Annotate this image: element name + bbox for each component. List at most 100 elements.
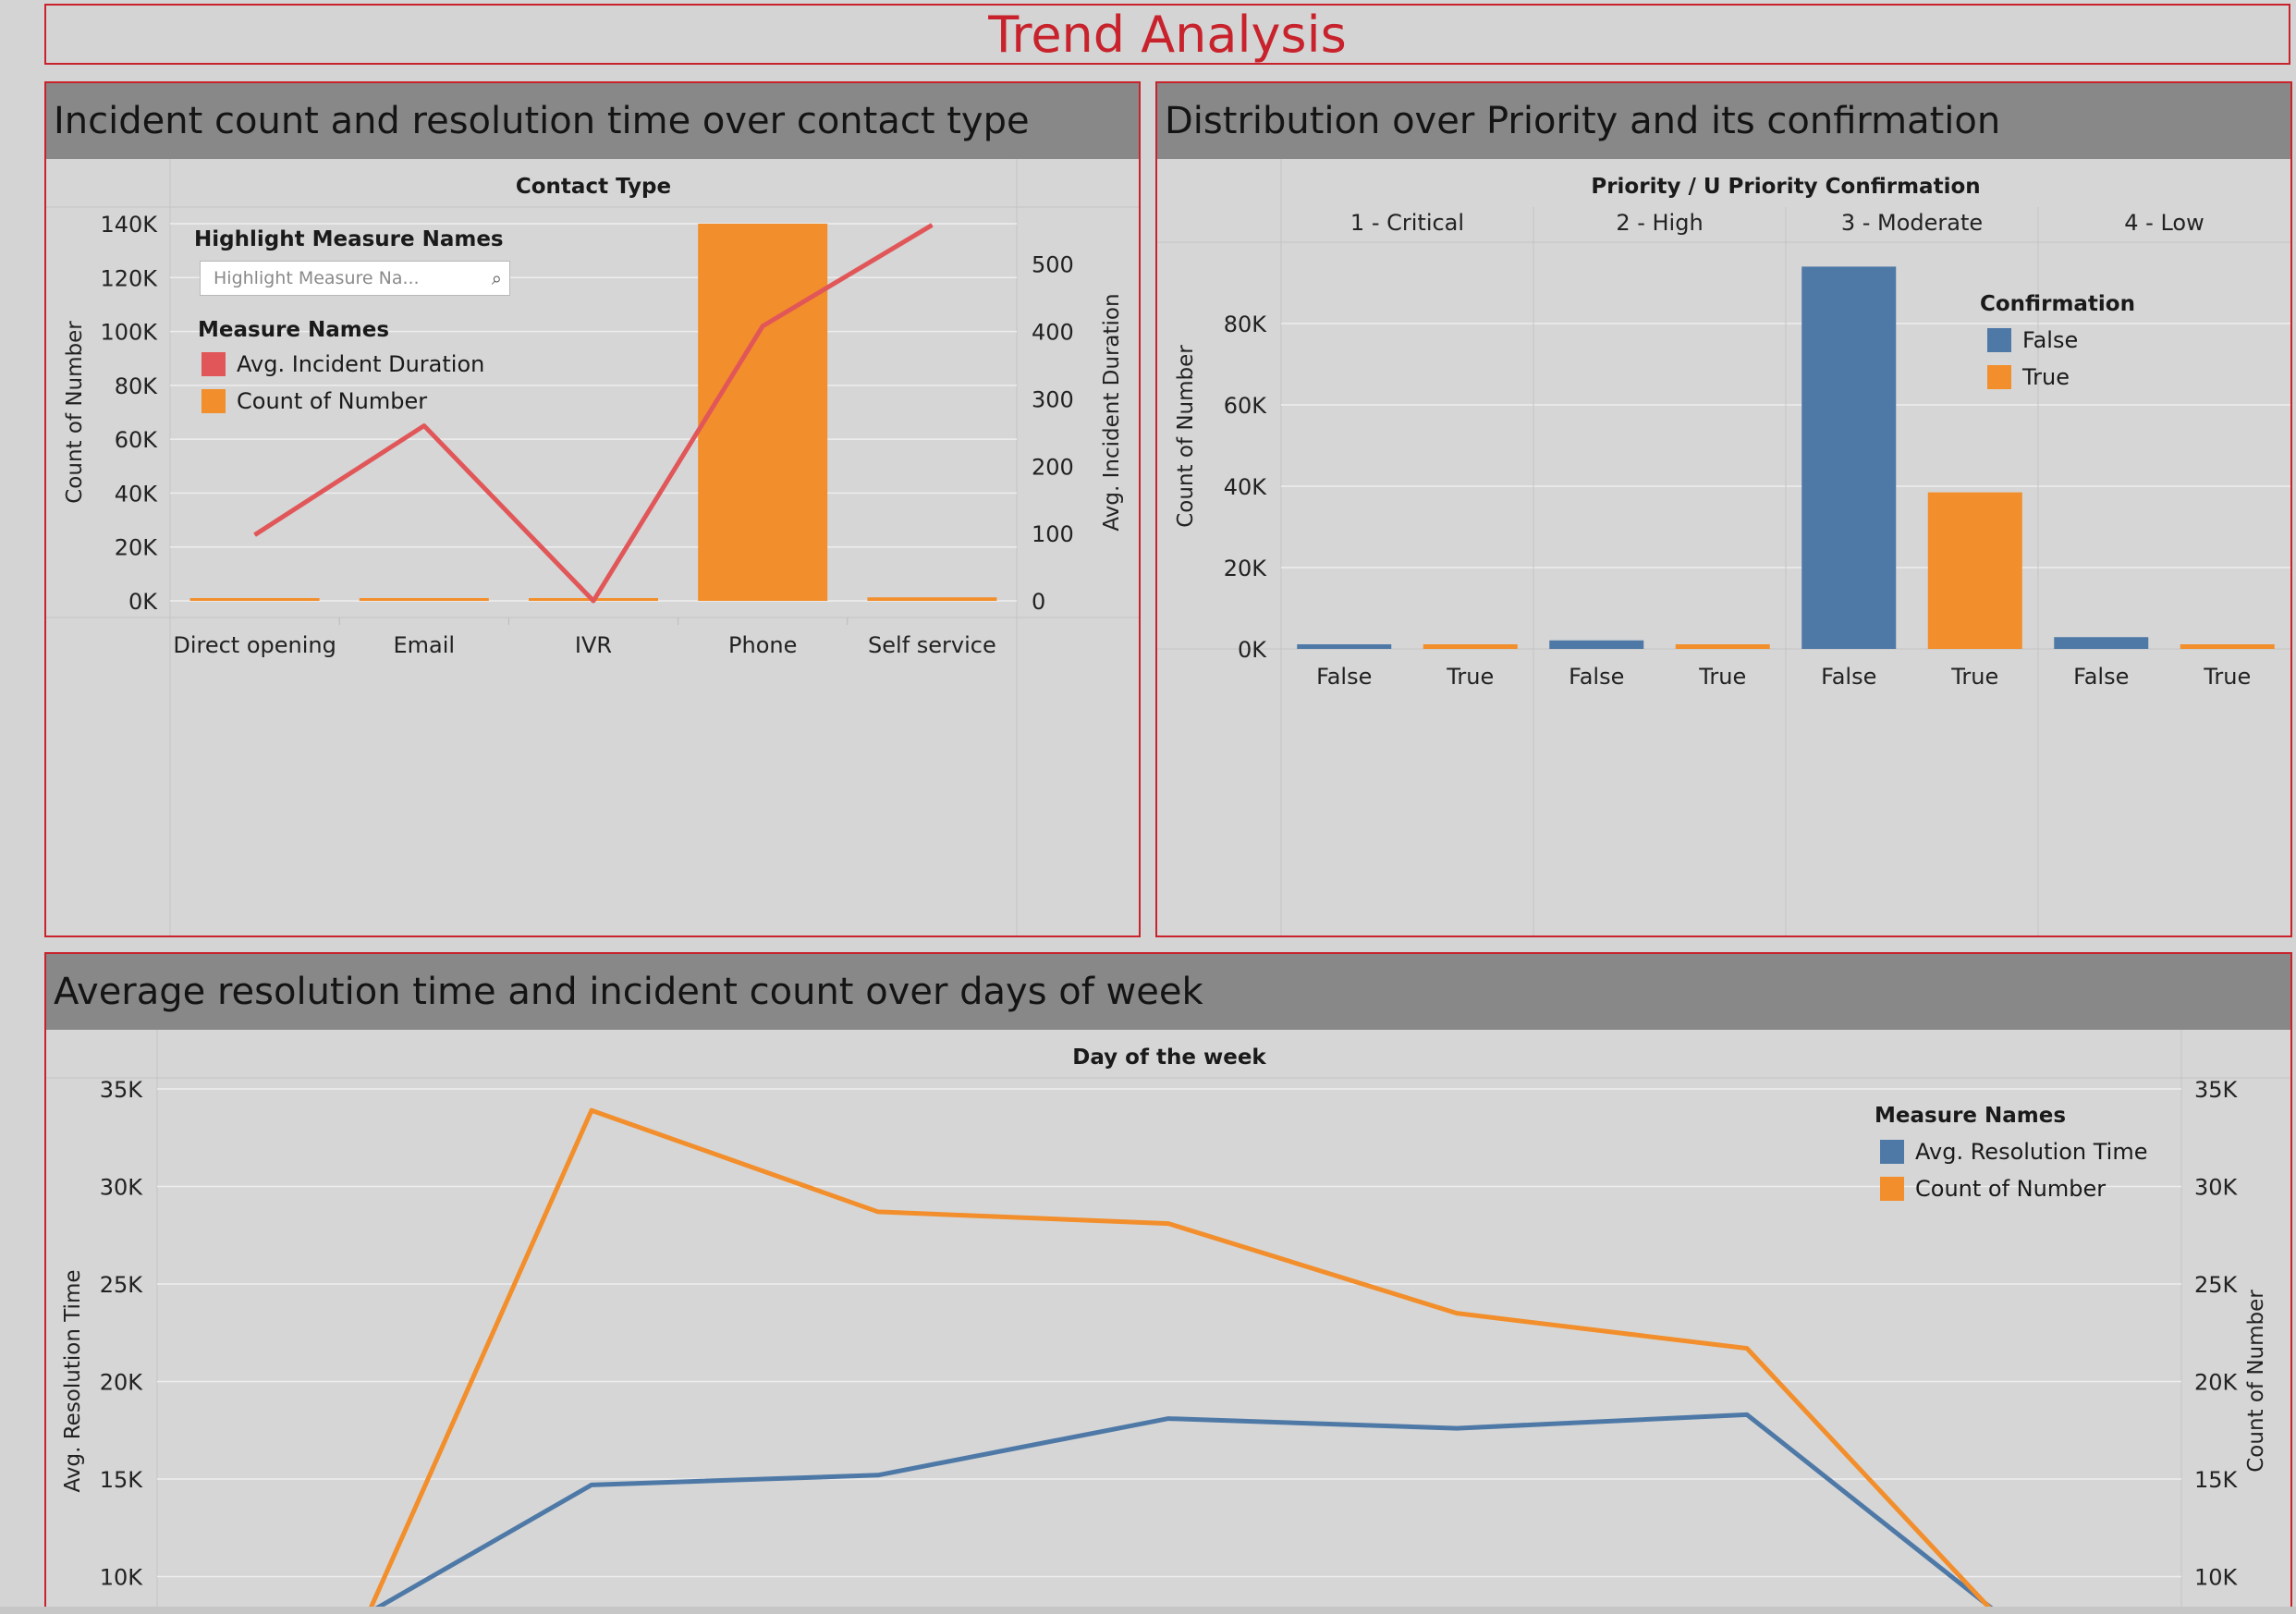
weekday-legend-item-resolution[interactable]: Avg. Resolution Time [1880, 1139, 2147, 1165]
line-point [1167, 1223, 1169, 1225]
line-point [1746, 1413, 1748, 1415]
legend-label: Count of Number [237, 388, 428, 414]
x-tick-label: IVR [575, 632, 612, 658]
x-tick-label: False [1569, 664, 1624, 690]
y-tick-label: 80K [1224, 312, 1268, 337]
x-tick-label: True [1950, 664, 1998, 690]
x-tick-label: Self service [868, 632, 996, 658]
y-axis-label: Count of Number [1174, 345, 1198, 528]
line-point [592, 600, 594, 602]
bar-true-1 [1675, 644, 1770, 649]
y-axis-label: Count of Number [63, 321, 87, 504]
y-tick-label: 40K [115, 481, 159, 507]
highlight-placeholder: Highlight Measure Na... [214, 268, 420, 288]
y-tick-label: 20K [115, 535, 159, 561]
line-avg-resolution-time [361, 1412, 2003, 1614]
y2-tick-label: 400 [1032, 320, 1074, 346]
line-point [1456, 1313, 1458, 1314]
bar-true-0 [1423, 644, 1518, 649]
y-tick-label: 0K [1238, 637, 1267, 663]
legend-swatch [202, 389, 226, 413]
bar-count-1 [359, 598, 489, 601]
y2-tick-label: 500 [1032, 252, 1074, 278]
dashboard-scrollbar[interactable] [0, 1607, 2296, 1614]
group-header: 4 - Low [2124, 210, 2204, 236]
y2-tick-label: 100 [1032, 521, 1074, 547]
y2-tick-label: 0 [1032, 589, 1045, 615]
y-tick-label: 15K [100, 1467, 144, 1493]
y-tick-label: 100K [100, 320, 158, 346]
x-tick-label: True [1446, 664, 1494, 690]
y-tick-label: 60K [115, 427, 159, 453]
priority-legend-item-true[interactable]: True [1987, 364, 2070, 390]
group-header: 3 - Moderate [1841, 210, 1983, 236]
y2-tick-label: 10K [2194, 1565, 2239, 1591]
y-tick-label: 20K [1224, 556, 1268, 581]
y2-tick-label: 300 [1032, 386, 1074, 412]
x-tick-label: Phone [728, 632, 797, 658]
weekday-legend-title: Measure Names [1875, 1104, 2067, 1128]
legend-swatch [202, 352, 226, 376]
x-tick-label: Email [394, 632, 456, 658]
y2-tick-label: 30K [2194, 1175, 2239, 1201]
y2-tick-label: 25K [2194, 1272, 2239, 1298]
y-tick-label: 20K [100, 1370, 144, 1396]
x-tick-label: True [2203, 664, 2251, 690]
y-axis-label: Avg. Resolution Time [61, 1270, 85, 1493]
bar-true-3 [2180, 644, 2275, 649]
x-tick-label: Direct opening [173, 632, 336, 658]
legend-swatch [1987, 328, 2011, 352]
weekday-legend-item-count[interactable]: Count of Number [1880, 1176, 2106, 1202]
group-header: 1 - Critical [1350, 210, 1464, 236]
legend-swatch [1987, 365, 2011, 389]
contact-legend-title: Measure Names [198, 318, 390, 342]
contact-legend-item-count[interactable]: Count of Number [202, 388, 427, 414]
x-tick-label: False [2073, 664, 2129, 690]
panel-contact-type-title: Incident count and resolution time over … [54, 100, 1030, 142]
bar-false-3 [2054, 637, 2149, 649]
y2-tick-label: 35K [2194, 1077, 2239, 1103]
legend-label: True [2022, 364, 2070, 390]
bar-false-1 [1549, 640, 1644, 649]
y-tick-label: 60K [1224, 393, 1268, 419]
y2-tick-label: 20K [2194, 1370, 2239, 1396]
bar-count-4 [867, 597, 997, 601]
line-point [254, 534, 256, 536]
legend-swatch [1880, 1140, 1904, 1164]
y-tick-label: 10K [100, 1565, 144, 1591]
panel-priority: Distribution over Priority and its confi… [1155, 81, 2292, 937]
panel-priority-title: Distribution over Priority and its confi… [1165, 100, 2001, 142]
search-icon[interactable]: ⌕ [492, 267, 502, 289]
panel-weekday: Average resolution time and incident cou… [44, 952, 2292, 1614]
priority-legend-item-false[interactable]: False [1987, 327, 2078, 353]
dashboard-title-bar: Trend Analysis [44, 4, 2290, 65]
line-point [931, 224, 933, 226]
line-point [1167, 1418, 1169, 1420]
bar-false-0 [1297, 644, 1392, 649]
legend-label: Count of Number [1915, 1176, 2107, 1202]
legend-label: Avg. Resolution Time [1915, 1139, 2148, 1165]
x-tick-label: False [1316, 664, 1372, 690]
bar-count-0 [189, 598, 320, 601]
x-tick-label: True [1698, 664, 1746, 690]
panel-weekday-title: Average resolution time and incident cou… [54, 971, 1203, 1013]
y-tick-label: 30K [100, 1175, 144, 1201]
bar-count-3 [698, 224, 828, 601]
y2-axis-label: Count of Number [2244, 1290, 2268, 1473]
legend-swatch [1880, 1177, 1904, 1201]
group-header: 2 - High [1616, 210, 1703, 236]
highlight-title: Highlight Measure Names [194, 227, 504, 251]
y-tick-label: 25K [100, 1272, 144, 1298]
highlight-search-input[interactable]: Highlight Measure Na... ⌕ [200, 261, 510, 296]
panel-priority-header: Distribution over Priority and its confi… [1157, 83, 2290, 159]
priority-chart: Priority / U Priority Confirmation 0K 20K 4… [1157, 159, 2290, 935]
contact-legend-item-duration[interactable]: Avg. Incident Duration [202, 351, 484, 377]
column-header: Priority / U Priority Confirmation [1591, 175, 1980, 199]
line-point [877, 1474, 879, 1476]
bar-true-2 [1927, 492, 2022, 649]
line-point [1456, 1427, 1458, 1429]
dashboard-title: Trend Analysis [988, 5, 1347, 64]
priority-legend-title: Confirmation [1980, 292, 2135, 316]
y-tick-label: 0K [128, 589, 158, 615]
bar-false-2 [1801, 266, 1897, 649]
